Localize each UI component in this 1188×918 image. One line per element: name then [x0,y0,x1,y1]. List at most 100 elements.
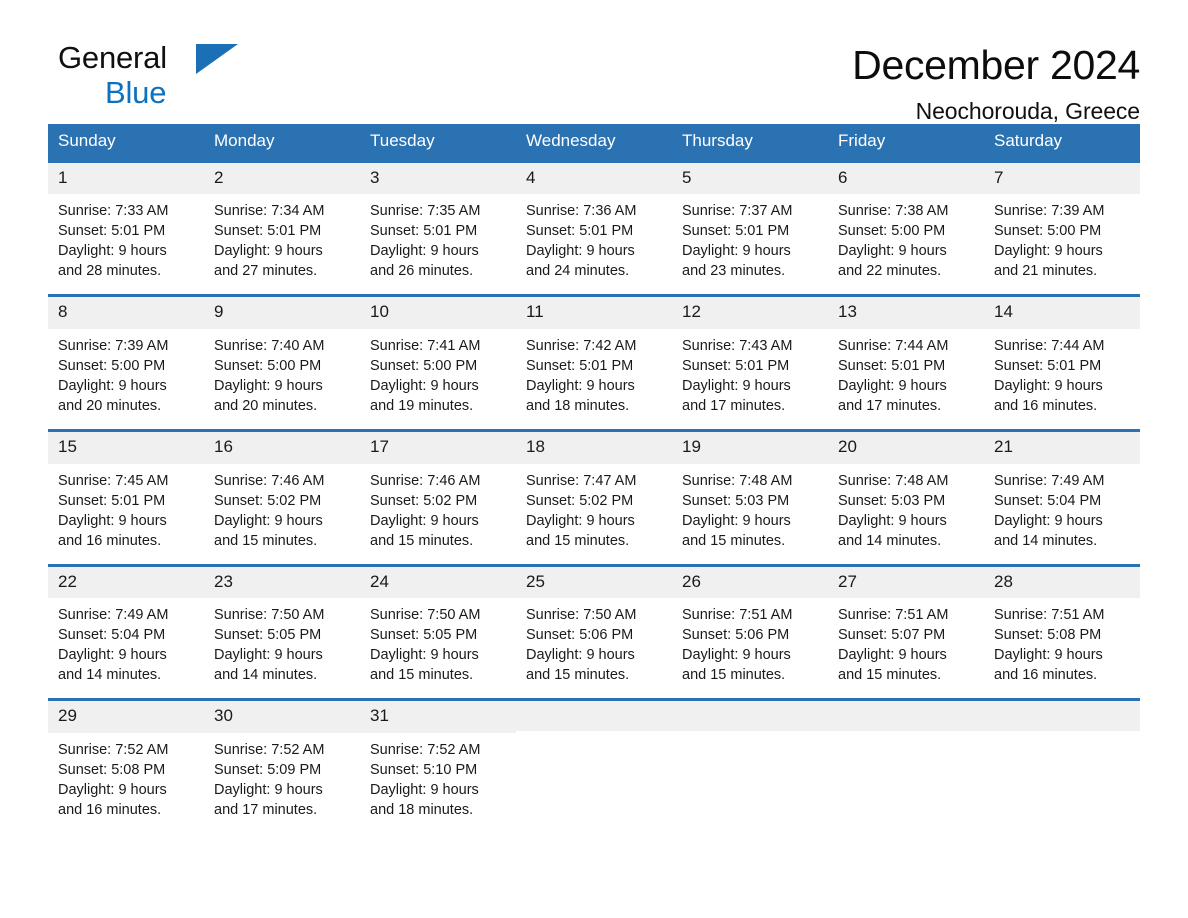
day-cell[interactable]: 19 Sunrise: 7:48 AM Sunset: 5:03 PM Dayligh… [672,429,828,551]
weekday-header-saturday: Saturday [984,124,1140,162]
sunrise-text: Sunrise: 7:52 AM [58,742,169,759]
day-cell[interactable]: 5 Sunrise: 7:37 AM Sunset: 5:01 PM Daylight… [672,159,828,282]
day-number: 21 [984,432,1140,464]
day-cell[interactable]: 17 Sunrise: 7:46 AM Sunset: 5:02 PM Dayligh… [360,429,516,551]
day-details: Sunrise: 7:50 AM Sunset: 5:05 PM Daylight:… [204,598,360,685]
sunrise-text: Sunrise: 7:51 AM [838,607,949,624]
day-cell-empty [672,698,828,821]
sunset-text: Sunset: 5:02 PM [526,492,634,509]
daylight-text-line2: and 14 minutes. [58,667,162,684]
daylight-text-line2: and 17 minutes. [214,802,318,819]
weekday-header-wednesday: Wednesday [516,124,672,162]
day-number: 5 [672,162,828,195]
day-cell[interactable]: 27 Sunrise: 7:51 AM Sunset: 5:07 PM Dayligh… [828,563,984,686]
day-cell[interactable]: 31 Sunrise: 7:52 AM Sunset: 5:10 PM Dayligh… [360,698,516,821]
weekday-header-sunday: Sunday [48,124,204,162]
day-details: Sunrise: 7:47 AM Sunset: 5:02 PM Daylight:… [516,464,672,551]
day-cell[interactable]: 22 Sunrise: 7:49 AM Sunset: 5:04 PM Dayligh… [48,563,204,686]
day-number: 31 [360,701,516,734]
day-cell[interactable]: 12 Sunrise: 7:43 AM Sunset: 5:01 PM Dayligh… [672,294,828,417]
day-number: 6 [828,162,984,195]
day-cell[interactable]: 6 Sunrise: 7:38 AM Sunset: 5:00 PM Daylight… [828,159,984,282]
day-details: Sunrise: 7:50 AM Sunset: 5:06 PM Daylight:… [516,598,672,685]
day-details: Sunrise: 7:52 AM Sunset: 5:08 PM Daylight:… [48,733,204,820]
day-number [984,701,1140,732]
day-details: Sunrise: 7:44 AM Sunset: 5:01 PM Daylight:… [828,329,984,416]
daylight-text-line1: Daylight: 9 hours [682,243,791,260]
sunset-text: Sunset: 5:08 PM [58,762,166,779]
daylight-text-line2: and 26 minutes. [370,263,474,280]
day-cell-empty [828,698,984,821]
day-number: 25 [516,566,672,599]
sunrise-text: Sunrise: 7:45 AM [58,472,169,489]
day-cell[interactable]: 15 Sunrise: 7:45 AM Sunset: 5:01 PM Dayligh… [48,429,204,551]
day-number: 12 [672,297,828,330]
day-cell[interactable]: 29 Sunrise: 7:52 AM Sunset: 5:08 PM Dayligh… [48,698,204,821]
sunrise-text: Sunrise: 7:51 AM [682,607,793,624]
daylight-text-line1: Daylight: 9 hours [994,647,1103,664]
sunrise-text: Sunrise: 7:50 AM [370,607,481,624]
day-cell[interactable]: 10 Sunrise: 7:41 AM Sunset: 5:00 PM Dayligh… [360,294,516,417]
location-subtitle: Neochorouda, Greece [915,98,1141,125]
day-cell[interactable]: 11 Sunrise: 7:42 AM Sunset: 5:01 PM Dayligh… [516,294,672,417]
day-details: Sunrise: 7:48 AM Sunset: 5:03 PM Daylight:… [672,464,828,551]
generalblue-logo[interactable]: General Blue [48,42,238,122]
day-number: 29 [48,701,204,734]
sunrise-text: Sunrise: 7:33 AM [58,203,169,220]
sunrise-text: Sunrise: 7:42 AM [526,338,637,355]
day-number: 27 [828,566,984,599]
sunrise-text: Sunrise: 7:37 AM [682,203,793,220]
calendar-page: General Blue December 2024 Neochorouda, … [0,0,1188,918]
sunrise-text: Sunrise: 7:46 AM [214,472,325,489]
day-cell[interactable]: 14 Sunrise: 7:44 AM Sunset: 5:01 PM Dayligh… [984,294,1140,417]
day-details: Sunrise: 7:45 AM Sunset: 5:01 PM Daylight:… [48,464,204,551]
sunset-text: Sunset: 5:05 PM [370,627,478,644]
day-cell[interactable]: 18 Sunrise: 7:47 AM Sunset: 5:02 PM Dayligh… [516,429,672,551]
day-details [828,731,984,738]
day-cell[interactable]: 4 Sunrise: 7:36 AM Sunset: 5:01 PM Daylight… [516,159,672,282]
daylight-text-line2: and 24 minutes. [526,263,630,280]
sunrise-text: Sunrise: 7:48 AM [682,472,793,489]
calendar-body: 1 Sunrise: 7:33 AM Sunset: 5:01 PM Daylight… [48,159,1140,821]
daylight-text-line2: and 22 minutes. [838,263,942,280]
day-cell[interactable]: 28 Sunrise: 7:51 AM Sunset: 5:08 PM Dayligh… [984,563,1140,686]
day-cell[interactable]: 30 Sunrise: 7:52 AM Sunset: 5:09 PM Dayligh… [204,698,360,821]
day-number: 4 [516,162,672,195]
daylight-text-line2: and 16 minutes. [58,802,162,819]
day-cell[interactable]: 20 Sunrise: 7:48 AM Sunset: 5:03 PM Dayligh… [828,429,984,551]
day-cell[interactable]: 8 Sunrise: 7:39 AM Sunset: 5:00 PM Daylight… [48,294,204,417]
sunset-text: Sunset: 5:01 PM [682,358,790,375]
page-header: General Blue December 2024 Neochorouda, … [48,0,1140,124]
day-number: 28 [984,566,1140,599]
day-cell[interactable]: 24 Sunrise: 7:50 AM Sunset: 5:05 PM Dayligh… [360,563,516,686]
sunset-text: Sunset: 5:01 PM [994,358,1102,375]
sunset-text: Sunset: 5:03 PM [838,492,946,509]
day-number: 11 [516,297,672,330]
day-cell[interactable]: 26 Sunrise: 7:51 AM Sunset: 5:06 PM Dayligh… [672,563,828,686]
sunrise-text: Sunrise: 7:52 AM [214,742,325,759]
calendar-week-row: 22 Sunrise: 7:49 AM Sunset: 5:04 PM Dayligh… [48,563,1140,686]
day-cell[interactable]: 25 Sunrise: 7:50 AM Sunset: 5:06 PM Dayligh… [516,563,672,686]
logo-triangle-icon [196,44,238,74]
day-cell[interactable]: 9 Sunrise: 7:40 AM Sunset: 5:00 PM Daylight… [204,294,360,417]
sunset-text: Sunset: 5:05 PM [214,627,322,644]
day-cell[interactable]: 21 Sunrise: 7:49 AM Sunset: 5:04 PM Dayligh… [984,429,1140,551]
day-details: Sunrise: 7:46 AM Sunset: 5:02 PM Daylight:… [204,464,360,551]
daylight-text-line1: Daylight: 9 hours [526,512,635,529]
weekday-header-friday: Friday [828,124,984,162]
week-spacer [48,281,1140,296]
day-cell[interactable]: 7 Sunrise: 7:39 AM Sunset: 5:00 PM Daylight… [984,159,1140,282]
day-details: Sunrise: 7:41 AM Sunset: 5:00 PM Daylight:… [360,329,516,416]
day-cell[interactable]: 2 Sunrise: 7:34 AM Sunset: 5:01 PM Daylight… [204,159,360,282]
daylight-text-line1: Daylight: 9 hours [370,243,479,260]
day-cell[interactable]: 13 Sunrise: 7:44 AM Sunset: 5:01 PM Dayligh… [828,294,984,417]
day-cell[interactable]: 3 Sunrise: 7:35 AM Sunset: 5:01 PM Daylight… [360,159,516,282]
day-cell[interactable]: 23 Sunrise: 7:50 AM Sunset: 5:05 PM Dayligh… [204,563,360,686]
daylight-text-line2: and 17 minutes. [838,398,942,415]
sunrise-sunset-calendar-table: Sunday Monday Tuesday Wednesday Thursday… [48,124,1140,821]
day-cell[interactable]: 1 Sunrise: 7:33 AM Sunset: 5:01 PM Daylight… [48,159,204,282]
day-details [672,731,828,738]
week-spacer [48,416,1140,431]
day-cell[interactable]: 16 Sunrise: 7:46 AM Sunset: 5:02 PM Dayligh… [204,429,360,551]
daylight-text-line1: Daylight: 9 hours [214,378,323,395]
